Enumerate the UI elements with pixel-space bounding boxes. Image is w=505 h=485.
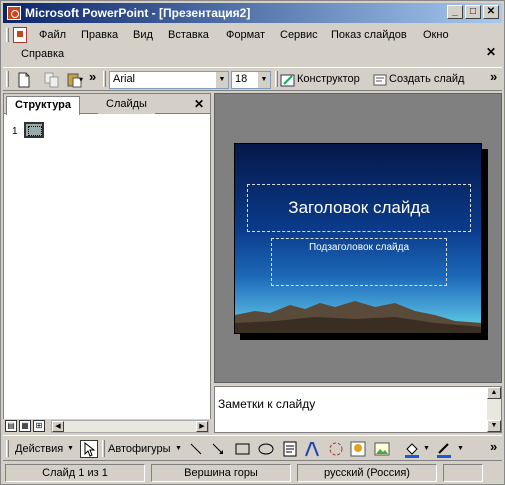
menu-tools[interactable]: Сервис (276, 27, 322, 43)
menu-insert[interactable]: Вставка (164, 27, 213, 43)
menu-view[interactable]: Вид (129, 27, 157, 43)
font-name-value: Arial (113, 73, 136, 85)
copy-icon[interactable] (43, 71, 61, 89)
scroll-left-icon[interactable]: ◀ (52, 421, 64, 432)
toolbar-options-icon[interactable]: » (490, 439, 497, 454)
rectangle-tool-icon[interactable] (233, 440, 251, 458)
menu-edit[interactable]: Правка (77, 27, 122, 43)
chevron-down-icon[interactable]: ▼ (457, 445, 464, 452)
status-bar: Слайд 1 из 1 Вершина горы русский (Росси… (3, 463, 502, 483)
tab-slides[interactable]: Слайды (98, 96, 155, 114)
notes-scrollbar[interactable]: ▲ ▼ (487, 387, 501, 432)
chevron-down-icon[interactable]: ▼ (67, 445, 74, 452)
font-size-value: 18 (235, 73, 248, 85)
drawing-toolbar: Действия ▼ Автофигуры ▼ ▼ ▼ » (3, 435, 502, 461)
menu-format[interactable]: Формат (222, 27, 269, 43)
powerpoint-window: Microsoft PowerPoint - [Презентация2] _ … (0, 0, 505, 485)
new-slide-icon[interactable] (371, 71, 389, 89)
oval-tool-icon[interactable] (257, 440, 275, 458)
close-document-icon[interactable]: ✕ (486, 45, 496, 59)
status-language: русский (Россия) (297, 464, 437, 482)
formatting-toolbar: ▾ » Arial ▼ 18 ▼ Конструктор Создать сла… (3, 67, 502, 91)
toolbar-options-icon[interactable]: » (490, 69, 497, 84)
pane-tabs: Структура Слайды ✕ (4, 94, 210, 115)
menu-bar: Файл Правка Вид Вставка Формат Сервис По… (3, 25, 502, 65)
notes-pane[interactable]: Заметки к слайду ▲ ▼ (214, 386, 502, 433)
powerpoint-icon[interactable] (7, 6, 21, 20)
maximize-button[interactable]: □ (465, 5, 481, 19)
tab-outline[interactable]: Структура (6, 96, 80, 115)
arrow-tool-icon[interactable] (209, 440, 227, 458)
slide-sorter-icon[interactable]: ▦ (19, 420, 31, 432)
autoshapes-menu[interactable]: Автофигуры (108, 443, 171, 455)
normal-view-icon[interactable]: ▤ (5, 420, 17, 432)
menu-window[interactable]: Окно (419, 27, 453, 43)
status-empty-panel (443, 464, 483, 482)
slide-title-placeholder[interactable]: Заголовок слайда (247, 184, 471, 232)
chevron-down-icon[interactable]: ▼ (423, 445, 430, 452)
document-icon[interactable] (13, 27, 27, 43)
font-name-select[interactable]: Arial ▼ (109, 71, 229, 89)
designer-icon[interactable] (279, 71, 297, 89)
scroll-right-icon[interactable]: ▶ (196, 421, 208, 432)
scroll-up-icon[interactable]: ▲ (487, 387, 501, 399)
status-slide-info: Слайд 1 из 1 (5, 464, 145, 482)
line-tool-icon[interactable] (187, 440, 205, 458)
textbox-tool-icon[interactable] (281, 440, 299, 458)
horizontal-scrollbar[interactable]: ◀ ▶ (51, 420, 209, 433)
chevron-right-icon[interactable]: » (89, 69, 96, 84)
clipart-icon[interactable] (349, 440, 367, 458)
outline-slides-pane: Структура Слайды ✕ 1 (3, 93, 211, 433)
menu-file[interactable]: Файл (35, 27, 70, 43)
menu-slideshow[interactable]: Показ слайдов (327, 27, 411, 43)
menu-help[interactable]: Справка (17, 46, 68, 62)
designer-button[interactable]: Конструктор (297, 73, 360, 85)
slide-icon[interactable] (24, 122, 44, 138)
slide-canvas[interactable]: Заголовок слайда Подзаголовок слайда (234, 143, 482, 334)
slideshow-icon[interactable]: ⊞ (33, 420, 45, 432)
more-buttons-icon[interactable]: ▾ (79, 71, 89, 89)
picture-icon[interactable] (373, 440, 391, 458)
window-title: Microsoft PowerPoint - [Презентация2] (25, 6, 251, 20)
chevron-down-icon[interactable]: ▼ (175, 445, 182, 452)
scroll-down-icon[interactable]: ▼ (487, 420, 501, 432)
diagram-icon[interactable] (327, 440, 345, 458)
status-design: Вершина горы (151, 464, 291, 482)
close-button[interactable]: ✕ (483, 5, 499, 19)
chevron-down-icon[interactable]: ▼ (215, 72, 228, 88)
new-slide-button[interactable]: Создать слайд (389, 73, 464, 85)
slide-number: 1 (12, 126, 18, 137)
mountain-graphic (235, 301, 481, 333)
wordart-icon[interactable] (303, 440, 321, 458)
actions-menu[interactable]: Действия (15, 443, 63, 455)
notes-placeholder[interactable]: Заметки к слайду (218, 397, 315, 411)
minimize-button[interactable]: _ (447, 5, 463, 19)
fill-color-icon[interactable] (403, 440, 421, 458)
select-pointer-icon[interactable] (80, 440, 98, 458)
slide-subtitle-placeholder[interactable]: Подзаголовок слайда (271, 238, 447, 286)
line-color-icon[interactable] (435, 440, 453, 458)
title-bar: Microsoft PowerPoint - [Презентация2] _ … (3, 3, 502, 23)
slide-editor: Заголовок слайда Подзаголовок слайда (214, 93, 502, 383)
close-pane-icon[interactable]: ✕ (194, 97, 204, 111)
new-document-icon[interactable] (15, 71, 33, 89)
chevron-down-icon[interactable]: ▼ (257, 72, 270, 88)
font-size-select[interactable]: 18 ▼ (231, 71, 271, 89)
